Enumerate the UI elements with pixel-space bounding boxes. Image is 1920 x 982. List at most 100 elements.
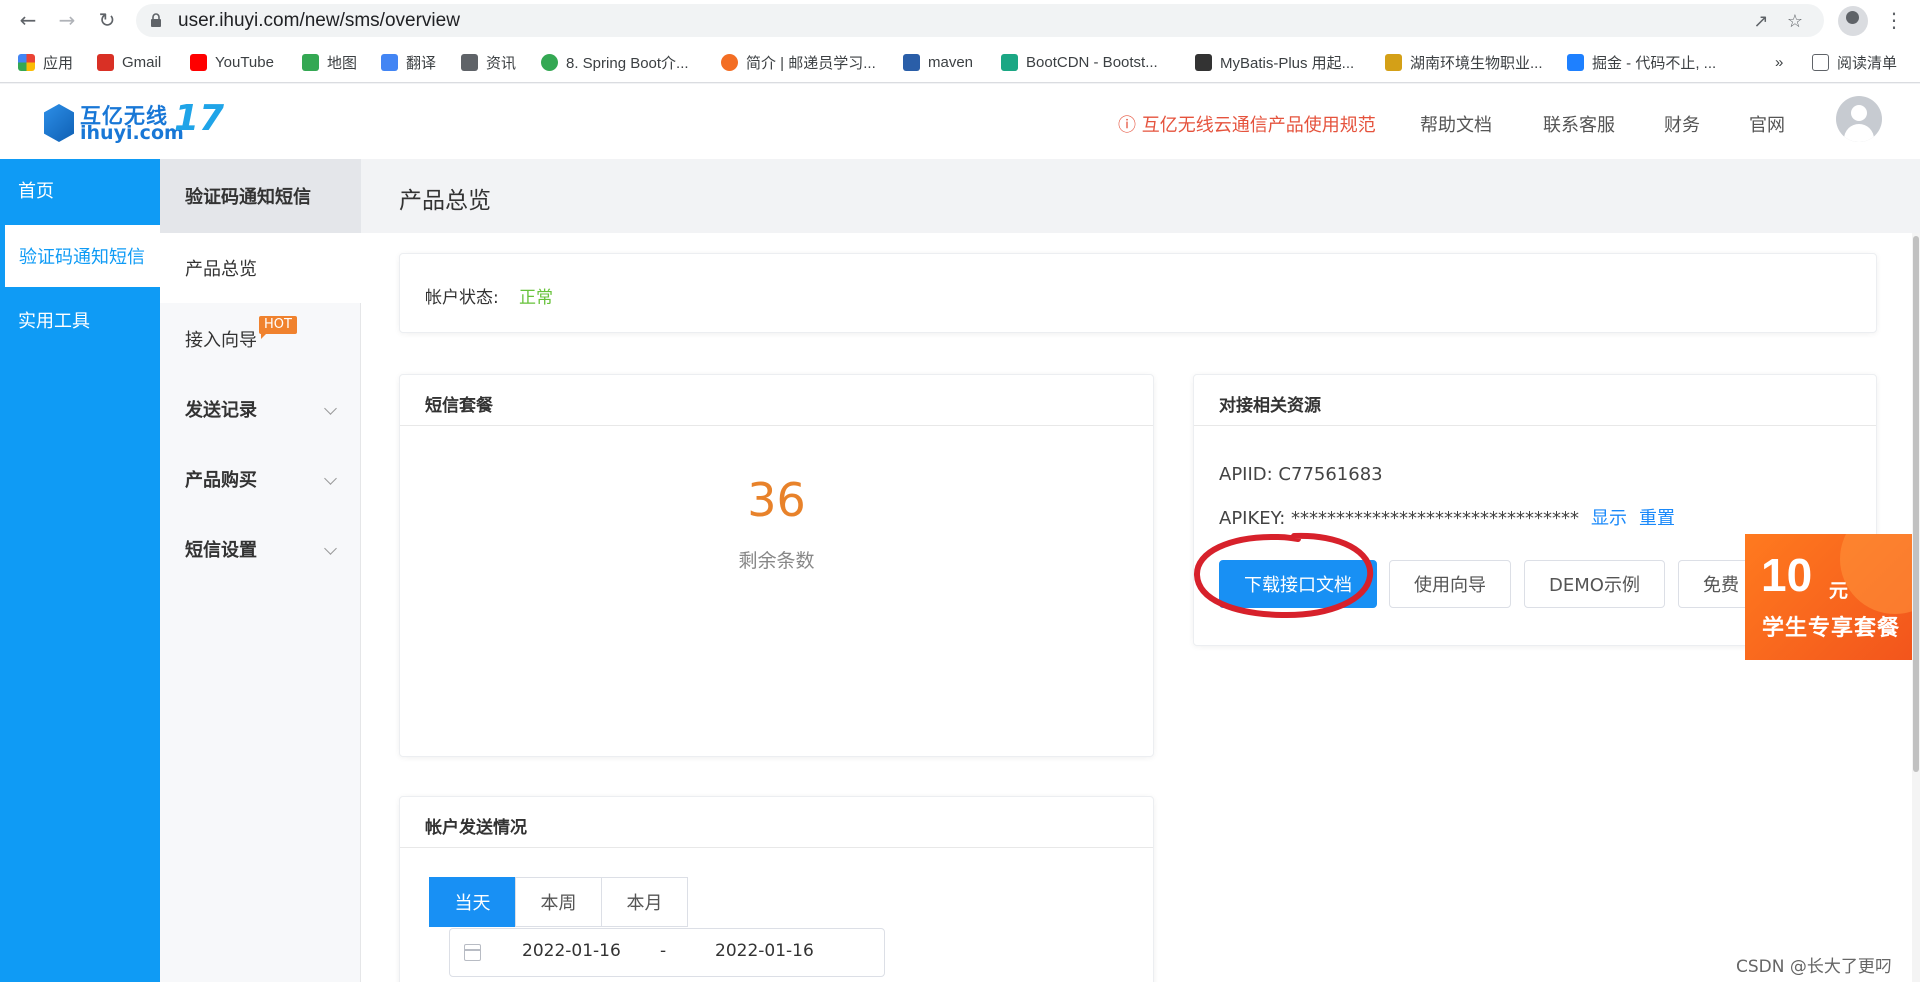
promo-unit: 元 xyxy=(1829,580,1849,602)
reading-list-icon xyxy=(1812,53,1829,71)
logo-text-en: ihuyi.com xyxy=(80,122,184,144)
chevron-down-icon xyxy=(324,472,337,485)
bookmark-youtube[interactable]: YouTube xyxy=(190,50,274,74)
account-status-card: 帐户状态: 正常 xyxy=(399,253,1877,333)
reset-apikey-link[interactable]: 重置 xyxy=(1639,508,1675,529)
date-separator: - xyxy=(660,941,667,961)
sub-nav-purchase[interactable]: 产品购买 xyxy=(160,444,361,514)
address-bar[interactable]: user.ihuyi.com/new/sms/overview ↗ ☆ xyxy=(136,4,1824,37)
sub-nav-overview[interactable]: 产品总览 xyxy=(160,233,361,303)
apps-grid-icon xyxy=(18,53,35,71)
nav-home[interactable]: 首页 xyxy=(0,159,160,221)
promo-text: 学生专享套餐 xyxy=(1762,616,1901,641)
usage-guide-button[interactable]: 使用向导 xyxy=(1389,560,1511,608)
chevron-down-icon xyxy=(324,402,337,415)
bookmark-news[interactable]: 资讯 xyxy=(461,50,516,74)
remaining-count: 36 xyxy=(747,473,806,527)
start-date[interactable]: 2022-01-16 xyxy=(522,941,621,961)
divider xyxy=(400,425,1153,426)
calendar-icon xyxy=(464,944,481,961)
finance-link[interactable]: 财务 xyxy=(1664,111,1700,137)
more-bookmarks-icon[interactable]: » xyxy=(1775,50,1783,74)
back-icon[interactable]: ← xyxy=(14,6,42,34)
main-nav: 首页 验证码通知短信 实用工具 xyxy=(0,159,160,982)
divider xyxy=(1194,425,1876,426)
profile-icon[interactable] xyxy=(1838,6,1868,36)
share-icon[interactable]: ↗ xyxy=(1750,10,1772,32)
star-icon[interactable]: ☆ xyxy=(1784,10,1806,32)
card-title: 对接相关资源 xyxy=(1219,396,1321,416)
customer-service-link[interactable]: 联系客服 xyxy=(1543,111,1615,137)
bookmark-spring-boot[interactable]: 8. Spring Boot介... xyxy=(541,50,689,74)
chevron-down-icon xyxy=(324,542,337,555)
help-docs-link[interactable]: 帮助文档 xyxy=(1420,111,1492,137)
sub-nav: 验证码通知短信 产品总览 接入向导 HOT 发送记录 产品购买 短信设置 xyxy=(160,159,361,982)
bookmark-bootcdn[interactable]: BootCDN - Bootst... xyxy=(1001,50,1158,74)
status-value: 正常 xyxy=(519,288,553,308)
card-title: 短信套餐 xyxy=(425,396,493,416)
bookmark-school[interactable]: 湖南环境生物职业... xyxy=(1385,50,1543,74)
user-avatar[interactable] xyxy=(1836,96,1882,142)
apikey-line: APIKEY: ********************************… xyxy=(1219,508,1676,529)
nav-tools[interactable]: 实用工具 xyxy=(0,289,160,351)
bookmark-postman[interactable]: 简介 | 邮递员学习... xyxy=(721,50,876,74)
student-package-promo[interactable]: 10 元 学生专享套餐 xyxy=(1745,534,1920,660)
bootcdn-icon xyxy=(1001,53,1018,71)
demo-button[interactable]: DEMO示例 xyxy=(1524,560,1665,608)
sub-nav-heading: 验证码通知短信 xyxy=(160,159,361,233)
bookmark-maven[interactable]: maven xyxy=(903,50,973,74)
lock-icon xyxy=(151,13,161,27)
tab-month[interactable]: 本月 xyxy=(601,877,688,927)
bookmark-gmail[interactable]: Gmail xyxy=(97,50,161,74)
promo-decoration xyxy=(1840,534,1920,614)
usage-policy-link[interactable]: ⓘ 互亿无线云通信产品使用规范 xyxy=(1118,111,1376,137)
sms-package-card: 短信套餐 36 剩余条数 xyxy=(399,374,1154,757)
youtube-icon xyxy=(190,53,207,71)
reload-icon[interactable]: ↻ xyxy=(93,6,121,34)
apiid-line: APIID: C77561683 xyxy=(1219,464,1383,485)
postman-icon xyxy=(721,53,738,71)
sub-nav-guide[interactable]: 接入向导 HOT xyxy=(160,304,361,374)
hot-badge: HOT xyxy=(259,316,297,339)
menu-icon[interactable]: ⋮ xyxy=(1884,9,1904,31)
end-date[interactable]: 2022-01-16 xyxy=(715,941,814,961)
send-stats-card: 帐户发送情况 当天 本周 本月 2022-01-16 - 2022-01-16 xyxy=(399,796,1154,982)
tab-today[interactable]: 当天 xyxy=(429,877,516,927)
cube-logo-icon xyxy=(44,104,74,142)
sub-nav-sms-settings[interactable]: 短信设置 xyxy=(160,514,361,584)
page-header: 产品总览 xyxy=(361,159,1920,233)
watermark: CSDN @长大了更叼 xyxy=(1736,957,1892,977)
browser-toolbar: ← → ↻ user.ihuyi.com/new/sms/overview ↗ … xyxy=(0,0,1920,41)
show-apikey-link[interactable]: 显示 xyxy=(1591,508,1627,529)
logo[interactable]: 互亿无线 ihuyi.com 17 xyxy=(44,98,224,146)
tab-week[interactable]: 本周 xyxy=(515,877,602,927)
school-icon xyxy=(1385,53,1402,71)
sub-nav-send-records[interactable]: 发送记录 xyxy=(160,374,361,444)
status-label: 帐户状态: xyxy=(425,288,499,308)
bookmark-maps[interactable]: 地图 xyxy=(302,50,357,74)
warning-circle-icon: ⓘ xyxy=(1118,115,1142,136)
content-area: 帐户状态: 正常 短信套餐 36 剩余条数 对接相关资源 APIID: C775… xyxy=(361,233,1920,982)
forward-icon[interactable]: → xyxy=(53,6,81,34)
reading-list[interactable]: 阅读清单 xyxy=(1812,50,1897,74)
news-icon xyxy=(461,53,478,71)
card-title: 帐户发送情况 xyxy=(425,818,527,838)
spring-icon xyxy=(541,53,558,71)
download-api-doc-button[interactable]: 下载接口文档 xyxy=(1219,560,1377,608)
maps-icon xyxy=(302,53,319,71)
url-text: user.ihuyi.com/new/sms/overview xyxy=(178,10,460,31)
bookmark-apps[interactable]: 应用 xyxy=(18,50,73,74)
bookmark-translate[interactable]: 翻译 xyxy=(381,50,436,74)
translate-icon xyxy=(381,53,398,71)
logo-number: 17 xyxy=(174,98,225,139)
nav-sms[interactable]: 验证码通知短信 xyxy=(0,225,160,287)
divider xyxy=(400,847,1153,848)
bookmark-juejin[interactable]: 掘金 - 代码不止, ... xyxy=(1567,50,1716,74)
official-site-link[interactable]: 官网 xyxy=(1749,111,1785,137)
period-tabs: 当天 本周 本月 xyxy=(429,877,688,927)
promo-amount: 10 xyxy=(1761,549,1813,601)
site-header: 互亿无线 ihuyi.com 17 ⓘ 互亿无线云通信产品使用规范 帮助文档 联… xyxy=(0,84,1920,159)
scrollbar-thumb[interactable] xyxy=(1913,236,1919,772)
date-range-picker[interactable]: 2022-01-16 - 2022-01-16 xyxy=(449,928,885,977)
bookmark-mybatis[interactable]: MyBatis-Plus 用起... xyxy=(1195,50,1354,74)
